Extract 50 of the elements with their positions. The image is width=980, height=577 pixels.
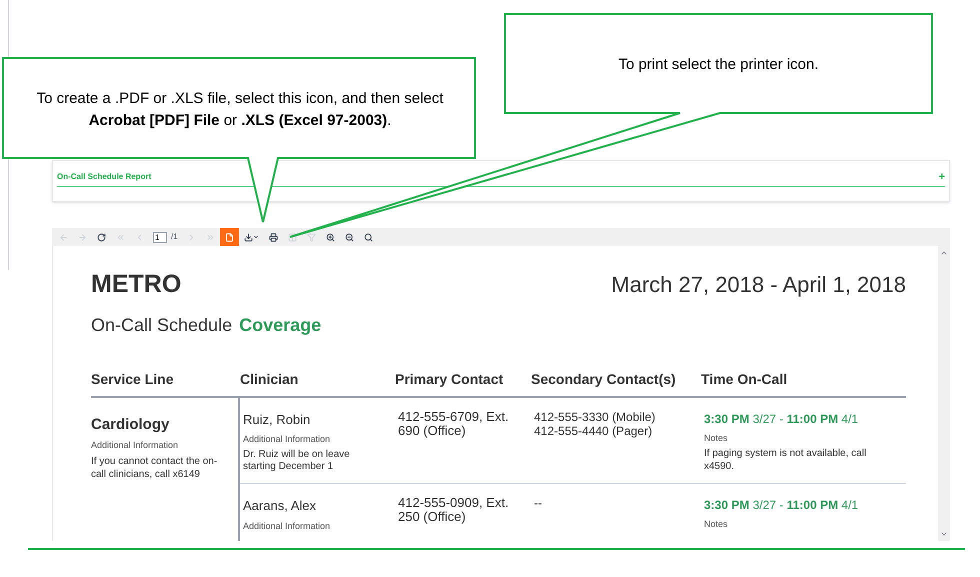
clinician-name: Ruiz, Robin	[243, 410, 312, 428]
info-text: Dr. Ruiz will be on leave starting December 1	[243, 448, 351, 472]
document-icon	[224, 232, 234, 242]
page-total: /1	[171, 231, 178, 243]
caret-icon	[252, 234, 259, 240]
scroll-up-icon[interactable]	[940, 249, 948, 257]
organization-title: METRO	[91, 269, 182, 300]
scrollbar[interactable]	[938, 246, 950, 541]
column-header: Time On-Call	[701, 370, 788, 388]
filter-icon	[306, 232, 316, 242]
panel-title: On-Call Schedule Report	[57, 171, 152, 183]
double-chevron-right-icon	[206, 232, 215, 242]
download-icon	[244, 232, 253, 242]
report-subtitle: On-Call Schedule	[91, 314, 232, 336]
zoom-out-icon	[344, 232, 354, 242]
column-header: Clinician	[240, 370, 300, 388]
arrow-left-icon	[59, 232, 68, 242]
chevron-left-icon	[135, 232, 144, 242]
info-label: Additional Information	[243, 433, 332, 446]
refresh-icon	[97, 232, 106, 242]
secondary-contact: 412-555-4440 (Pager)	[534, 424, 654, 438]
page-number-field[interactable]: 1	[153, 232, 167, 242]
search-icon	[364, 232, 373, 242]
primary-contact: 412-555-0909, Ext. 250 (Office)	[398, 496, 510, 526]
arrow-right-icon	[78, 232, 87, 242]
double-chevron-left-icon	[116, 232, 125, 242]
report-subtitle-highlight: Coverage	[239, 314, 322, 337]
printer-icon	[268, 232, 278, 242]
zoom-in-icon	[326, 232, 335, 242]
column-header: Primary Contact	[395, 370, 504, 389]
on-call-time: 3:30 PM 3/27 - 11:00 PM 4/1	[704, 410, 860, 428]
notes-label: Notes	[704, 518, 729, 531]
column-header: Secondary Contact(s)	[531, 370, 677, 389]
scroll-down-icon[interactable]	[940, 530, 948, 538]
primary-contact: 412-555-6709, Ext. 690 (Office)	[398, 410, 510, 440]
info-label: Additional Information	[91, 439, 180, 452]
date-range: March 27, 2018 - April 1, 2018	[611, 271, 906, 299]
notes-text: If paging system is not available, call x4590.	[704, 447, 868, 473]
on-call-time: 3:30 PM 3/27 - 11:00 PM 4/1	[704, 497, 860, 514]
secondary-contact: --	[534, 496, 543, 510]
info-text: If you cannot contact the on-call clinicians, call x6149	[91, 454, 218, 480]
notes-label: Notes	[704, 432, 729, 444]
columns-icon	[288, 232, 297, 242]
callout-text: To print select the printer icon.	[617, 55, 820, 75]
callout-text: To create a .PDF or .XLS file, select this icon, and then select Acrobat [PDF] File or .XLS (Excel 97-2003).	[36, 89, 444, 131]
clinician-name: Aarans, Alex	[243, 497, 317, 515]
info-label: Additional Information	[243, 520, 332, 532]
secondary-contact: 412-555-3330 (Mobile)	[534, 410, 656, 424]
service-line-name: Cardiology	[91, 414, 170, 434]
column-header: Service Line	[91, 370, 174, 388]
